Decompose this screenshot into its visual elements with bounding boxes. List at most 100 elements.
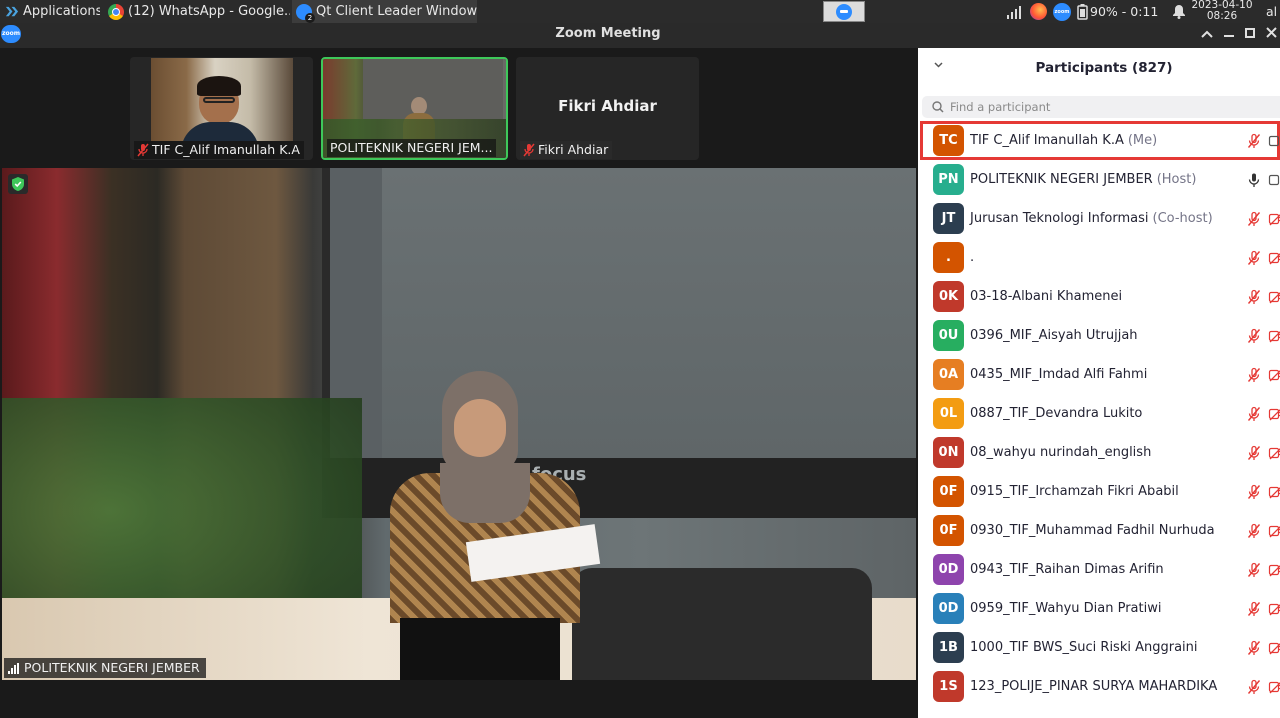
zoom-icon: [836, 3, 852, 20]
mic-muted-icon[interactable]: [1246, 211, 1262, 227]
participant-status-icons: [1246, 328, 1280, 344]
participant-status-icons: [1246, 484, 1280, 500]
participant-name: 0930_TIF_Muhammad Fadhil Nurhuda: [970, 511, 1215, 550]
participant-name-text: 0930_TIF_Muhammad Fadhil Nurhuda: [970, 523, 1215, 538]
taskbar-zoom-indicator[interactable]: [823, 1, 865, 22]
participant-row[interactable]: ..: [918, 238, 1280, 277]
video-off-icon[interactable]: [1268, 211, 1280, 227]
notification-bell-icon[interactable]: [1172, 4, 1186, 19]
participant-row[interactable]: JT Jurusan Teknologi Informasi (Co-host): [918, 199, 1280, 238]
applications-label: Applications: [23, 4, 100, 19]
speaker-figure: [390, 363, 601, 680]
video-off-icon[interactable]: [1268, 679, 1280, 695]
video-feed: [151, 58, 293, 141]
video-off-icon[interactable]: [1268, 328, 1280, 344]
participant-row[interactable]: 0K 03-18-Albani Khamenei: [918, 277, 1280, 316]
participant-row[interactable]: 0F 0930_TIF_Muhammad Fadhil Nurhuda: [918, 511, 1280, 550]
participant-row[interactable]: 0A 0435_MIF_Imdad Alfi Fahmi: [918, 355, 1280, 394]
mic-muted-icon[interactable]: [1246, 445, 1262, 461]
participant-status-icons: [1246, 250, 1280, 266]
participant-row[interactable]: 0D 0959_TIF_Wahyu Dian Pratiwi: [918, 589, 1280, 628]
video-off-icon[interactable]: [1268, 562, 1280, 578]
participant-role: (Co-host): [1152, 211, 1213, 226]
avatar: TC: [933, 125, 964, 156]
participant-name: 08_wahyu nurindah_english: [970, 433, 1151, 472]
zoom-tray-icon[interactable]: zoom: [1053, 2, 1071, 21]
video-icon[interactable]: [1268, 172, 1280, 188]
mic-muted-icon[interactable]: [1246, 328, 1262, 344]
participant-row[interactable]: 0N 08_wahyu nurindah_english: [918, 433, 1280, 472]
avatar: PN: [933, 164, 964, 195]
mic-muted-icon[interactable]: [1246, 484, 1262, 500]
video-off-icon[interactable]: [1268, 367, 1280, 383]
participant-row[interactable]: 0U 0396_MIF_Aisyah Utrujjah: [918, 316, 1280, 355]
participant-display-name: Fikri Ahdiar: [558, 97, 657, 115]
avatar: 0D: [933, 593, 964, 624]
mic-muted-icon[interactable]: [1246, 250, 1262, 266]
participant-name-tag: POLITEKNIK NEGERI JEM...: [327, 139, 497, 157]
mic-muted-icon[interactable]: [1246, 133, 1262, 149]
gallery-tile-host[interactable]: POLITEKNIK NEGERI JEM...: [321, 57, 508, 160]
participant-search[interactable]: [922, 96, 1280, 118]
video-off-icon[interactable]: [1268, 250, 1280, 266]
mic-muted-icon[interactable]: [1246, 406, 1262, 422]
participant-name-text: .: [970, 250, 975, 265]
mic-muted-icon[interactable]: [1246, 640, 1262, 656]
participant-name: 0915_TIF_Irchamzah Fikri Ababil: [970, 472, 1179, 511]
participant-row[interactable]: PN POLITEKNIK NEGERI JEMBER (Host): [918, 160, 1280, 199]
mic-muted-icon[interactable]: [1246, 523, 1262, 539]
video-off-icon[interactable]: [1268, 445, 1280, 461]
mic-muted-icon[interactable]: [1246, 562, 1262, 578]
firefox-icon[interactable]: [1030, 3, 1047, 20]
participant-status-icons: [1246, 172, 1280, 188]
participant-row[interactable]: 1B 1000_TIF BWS_Suci Riski Anggraini: [918, 628, 1280, 667]
mic-muted-icon[interactable]: [1246, 367, 1262, 383]
participant-row[interactable]: 0D 0943_TIF_Raihan Dimas Arifin: [918, 550, 1280, 589]
mic-muted-icon: [523, 143, 535, 157]
video-icon[interactable]: [1268, 133, 1280, 149]
participant-status-icons: [1246, 679, 1280, 695]
signal-icon[interactable]: [1006, 5, 1024, 19]
participant-row[interactable]: 0F 0915_TIF_Irchamzah Fikri Ababil: [918, 472, 1280, 511]
participant-row[interactable]: TC TIF C_Alif Imanullah K.A (Me): [920, 121, 1280, 160]
video-off-icon[interactable]: [1268, 523, 1280, 539]
mic-muted-icon[interactable]: [1246, 601, 1262, 617]
gallery-tile-fikri[interactable]: Fikri Ahdiar Fikri Ahdiar: [516, 57, 699, 160]
participant-name: 03-18-Albani Khamenei: [970, 277, 1122, 316]
mic-muted-icon: [137, 143, 149, 157]
gallery-tile-self[interactable]: TIF C_Alif Imanullah K.A: [130, 57, 313, 160]
active-speaker-video[interactable]: focus POLITEKNIK NEGERI JEMBER: [2, 168, 916, 680]
microphone-icon[interactable]: [1246, 172, 1262, 188]
applications-menu[interactable]: Applications: [0, 0, 100, 23]
user-menu[interactable]: al: [1266, 0, 1277, 23]
search-input[interactable]: [950, 100, 1250, 114]
participant-name-text: 08_wahyu nurindah_english: [970, 445, 1152, 460]
mic-muted-icon[interactable]: [1246, 289, 1262, 305]
participant-name-text: 03-18-Albani Khamenei: [970, 289, 1123, 304]
maximize-button[interactable]: [1241, 26, 1259, 44]
clock[interactable]: 2023-04-10 08:26: [1190, 0, 1254, 23]
participant-row[interactable]: 1S 123_POLIJE_PINAR SURYA MAHARDIKA: [918, 667, 1280, 706]
participant-name-tag: TIF C_Alif Imanullah K.A: [134, 141, 304, 159]
video-off-icon[interactable]: [1268, 484, 1280, 500]
active-speaker-name-tag: POLITEKNIK NEGERI JEMBER: [4, 658, 206, 678]
video-off-icon[interactable]: [1268, 406, 1280, 422]
participant-status-icons: [1246, 445, 1280, 461]
close-button[interactable]: [1262, 26, 1280, 44]
battery-icon[interactable]: [1077, 3, 1088, 20]
mic-muted-icon[interactable]: [1246, 679, 1262, 695]
video-off-icon[interactable]: [1268, 289, 1280, 305]
video-off-icon[interactable]: [1268, 601, 1280, 617]
participant-name-text: 0959_TIF_Wahyu Dian Pratiwi: [970, 601, 1162, 616]
chrome-icon: [108, 3, 124, 20]
taskbar-window-qt-client[interactable]: 2 Qt Client Leader Window: [292, 0, 477, 23]
chevron-up-icon[interactable]: [1198, 26, 1216, 44]
video-off-icon[interactable]: [1268, 640, 1280, 656]
taskbar-window-label: Qt Client Leader Window: [316, 4, 477, 19]
security-shield-icon[interactable]: [8, 174, 28, 194]
avatar: 0K: [933, 281, 964, 312]
minimize-button[interactable]: [1220, 26, 1238, 44]
participant-row[interactable]: 0L 0887_TIF_Devandra Lukito: [918, 394, 1280, 433]
participant-name-text: 123_POLIJE_PINAR SURYA MAHARDIKA: [970, 679, 1218, 694]
taskbar-window-whatsapp[interactable]: (12) WhatsApp - Google...: [104, 0, 290, 23]
